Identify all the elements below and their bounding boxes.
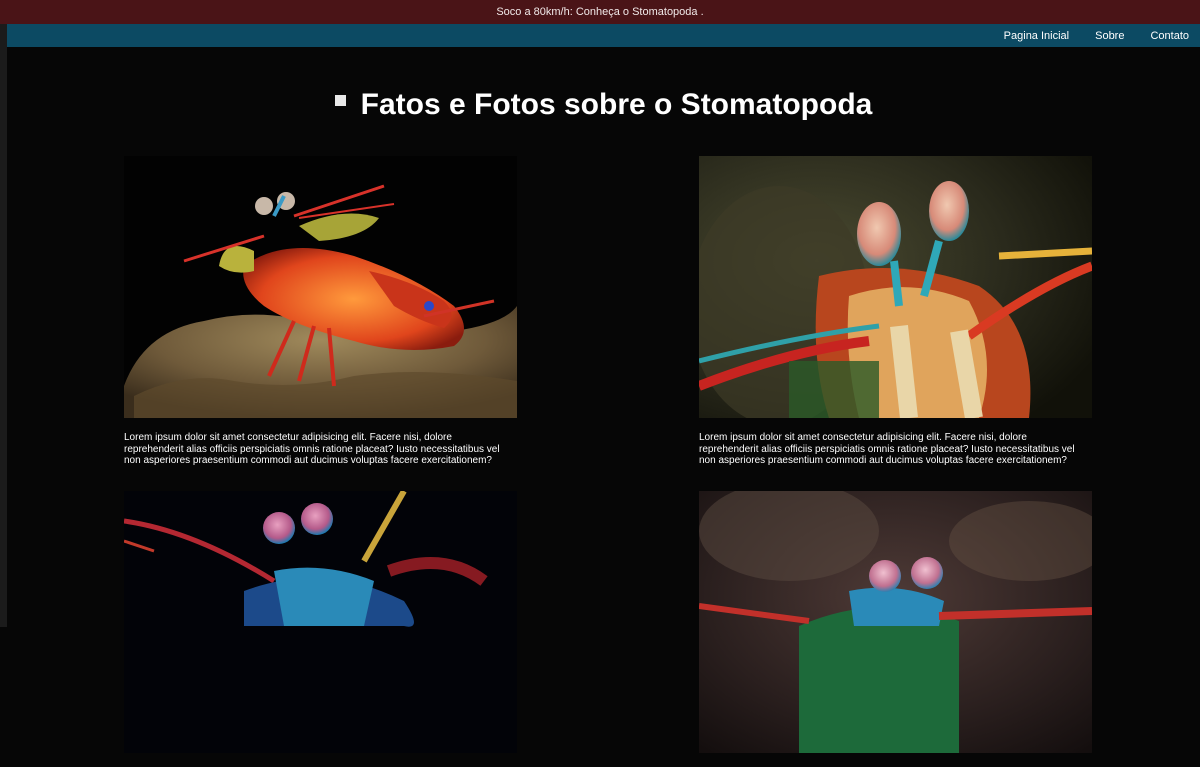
page-title: Fatos e Fotos sobre o Stomatopoda xyxy=(7,85,1200,125)
photo-caption: Lorem ipsum dolor sit amet consectetur a… xyxy=(699,432,1075,466)
photo-caption: Lorem ipsum dolor sit amet consectetur a… xyxy=(124,432,500,466)
main-content: Fatos e Fotos sobre o Stomatopoda Lorem … xyxy=(7,47,1200,753)
photo-card xyxy=(699,491,1092,767)
window-left-edge xyxy=(0,0,7,627)
navbar: Pagina Inicial Sobre Contato xyxy=(7,24,1200,47)
mantis-shrimp-photo[interactable] xyxy=(124,156,517,418)
nav-link-contact[interactable]: Contato xyxy=(1150,30,1189,42)
photo-card: Lorem ipsum dolor sit amet consectetur a… xyxy=(699,156,1092,477)
photo-card xyxy=(124,491,517,767)
mantis-shrimp-photo[interactable] xyxy=(124,491,517,753)
top-banner: Soco a 80km/h: Conheça o Stomatopoda . xyxy=(0,0,1200,24)
square-bullet-icon xyxy=(334,94,346,106)
page-title-text: Fatos e Fotos sobre o Stomatopoda xyxy=(360,88,873,121)
photo-card: Lorem ipsum dolor sit amet consectetur a… xyxy=(124,156,517,477)
nav-link-about[interactable]: Sobre xyxy=(1095,30,1124,42)
mantis-shrimp-photo[interactable] xyxy=(699,156,1092,418)
nav-link-home[interactable]: Pagina Inicial xyxy=(1004,30,1069,42)
mantis-shrimp-photo[interactable] xyxy=(699,491,1092,753)
banner-text: Soco a 80km/h: Conheça o Stomatopoda . xyxy=(496,6,704,18)
